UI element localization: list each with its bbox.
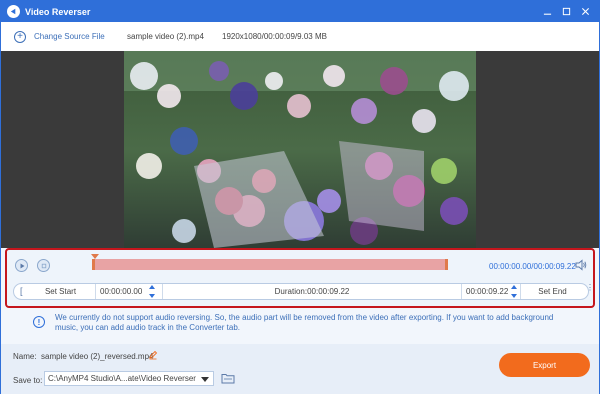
timeline-track[interactable] (91, 254, 448, 270)
left-bracket-icon: [ (20, 286, 23, 296)
window-controls (538, 1, 595, 22)
minimize-icon[interactable] (538, 1, 557, 22)
save-path-select[interactable]: C:\AnyMP4 Studio\A...ate\Video Reverser (44, 371, 214, 386)
video-preview-frame (124, 51, 476, 248)
video-reverser-window: Video Reverser + Change Source File samp… (0, 0, 600, 394)
time-readout: 00:00:00.00/00:00:09.22 (489, 262, 576, 271)
increment-icon[interactable] (511, 285, 517, 289)
start-time-stepper[interactable] (148, 285, 156, 298)
export-button[interactable]: Export (499, 353, 590, 377)
time-current: 00:00:00.00 (489, 262, 532, 271)
toolbar: + Change Source File sample video (2).mp… (1, 22, 599, 51)
volume-icon[interactable] (575, 259, 587, 271)
end-time-stepper[interactable] (510, 285, 518, 298)
folder-icon[interactable] (221, 372, 235, 384)
stop-icon (41, 263, 46, 268)
output-settings: Name: sample video (2)_reversed.mp4 Save… (1, 344, 599, 394)
time-total: 00:00:09.22 (533, 262, 576, 271)
playback-controls-panel: 00:00:00.00/00:00:09.22 [ Set Start 00:0… (5, 248, 595, 308)
set-start-button[interactable]: Set Start (26, 284, 96, 299)
source-file-meta: 1920x1080/00:00:09/9.03 MB (222, 32, 327, 41)
plus-circle-icon: + (14, 30, 26, 43)
video-preview-area (1, 51, 599, 248)
info-icon: ! (33, 316, 45, 328)
duration-label: Duration:00:00:09.22 (162, 284, 462, 299)
end-time-field[interactable]: 00:00:09.22 (466, 284, 508, 299)
stop-button[interactable] (37, 259, 50, 272)
playhead-marker[interactable] (91, 254, 99, 259)
save-to-label: Save to: (13, 376, 43, 385)
app-icon (7, 5, 20, 18)
increment-icon[interactable] (149, 285, 155, 289)
dropdown-arrow-icon[interactable] (201, 377, 209, 382)
right-bracket-icon: ⋮ (586, 283, 594, 292)
notice-text: We currently do not support audio revers… (55, 313, 554, 332)
maximize-icon[interactable] (557, 1, 576, 22)
decrement-icon[interactable] (149, 294, 155, 298)
title-bar: Video Reverser (1, 1, 599, 22)
play-icon (20, 263, 24, 268)
save-path-value: C:\AnyMP4 Studio\A...ate\Video Reverser (48, 374, 196, 383)
source-file-name: sample video (2).mp4 (127, 32, 204, 41)
change-source-label: Change Source File (34, 32, 105, 41)
window-title: Video Reverser (25, 6, 91, 17)
edit-icon[interactable] (148, 350, 158, 360)
play-button[interactable] (15, 259, 28, 272)
close-icon[interactable] (576, 1, 595, 22)
change-source-button[interactable]: + Change Source File (14, 30, 105, 43)
start-time-field[interactable]: 00:00:00.00 (100, 284, 142, 299)
output-name-value: sample video (2)_reversed.mp4 (41, 352, 154, 361)
name-label: Name: (13, 352, 37, 361)
set-end-button[interactable]: Set End (520, 284, 584, 299)
trim-row: [ Set Start 00:00:00.00 Duration:00:00:0… (13, 283, 594, 300)
decrement-icon[interactable] (511, 294, 517, 298)
